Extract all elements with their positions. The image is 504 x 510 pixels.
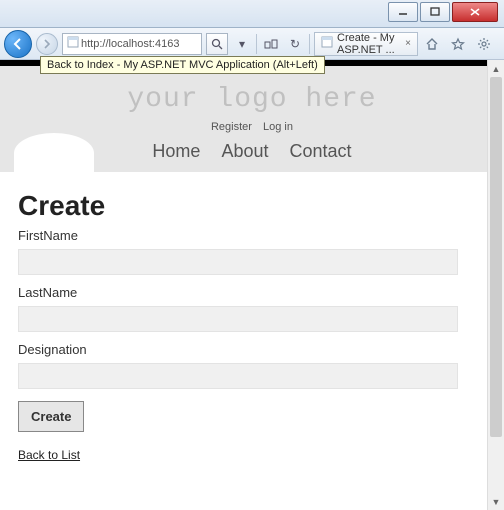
back-to-list-link[interactable]: Back to List bbox=[18, 448, 80, 462]
page-header: your logo here Register Log in Home Abou… bbox=[0, 66, 504, 172]
tab-close-icon[interactable]: × bbox=[405, 38, 411, 49]
address-bar[interactable]: http://localhost:4163 bbox=[62, 33, 202, 55]
designation-input[interactable] bbox=[18, 363, 458, 389]
register-link[interactable]: Register bbox=[211, 121, 252, 133]
vertical-scrollbar[interactable]: ▲ ▼ bbox=[487, 60, 504, 510]
url-text: http://localhost:4163 bbox=[81, 38, 179, 50]
nav-home[interactable]: Home bbox=[152, 141, 200, 161]
page-title: Create bbox=[18, 190, 486, 222]
lastname-label: LastName bbox=[18, 285, 486, 300]
search-button[interactable] bbox=[206, 33, 228, 55]
scroll-down-icon[interactable]: ▼ bbox=[488, 493, 504, 510]
maximize-button[interactable] bbox=[420, 2, 450, 22]
nav-about[interactable]: About bbox=[221, 141, 268, 161]
separator bbox=[309, 34, 310, 54]
login-link[interactable]: Log in bbox=[263, 121, 293, 133]
compat-view-icon[interactable] bbox=[261, 34, 281, 54]
tab-favicon bbox=[321, 36, 333, 51]
tab-title: Create - My ASP.NET ... bbox=[337, 32, 401, 56]
dropdown-icon[interactable]: ▾ bbox=[232, 34, 252, 54]
firstname-label: FirstName bbox=[18, 228, 486, 243]
create-button[interactable]: Create bbox=[18, 401, 84, 432]
scroll-thumb[interactable] bbox=[490, 77, 502, 437]
auth-links: Register Log in bbox=[14, 121, 490, 133]
window-titlebar bbox=[0, 0, 504, 28]
settings-icon[interactable] bbox=[474, 34, 494, 54]
lastname-input[interactable] bbox=[18, 306, 458, 332]
page-viewport: your logo here Register Log in Home Abou… bbox=[0, 60, 504, 510]
scroll-up-icon[interactable]: ▲ bbox=[488, 60, 504, 77]
firstname-input[interactable] bbox=[18, 249, 458, 275]
favorites-icon[interactable] bbox=[448, 34, 468, 54]
page-icon bbox=[67, 36, 79, 51]
refresh-icon[interactable]: ↻ bbox=[285, 34, 305, 54]
header-curve bbox=[14, 133, 94, 173]
separator bbox=[256, 34, 257, 54]
logo-text: your logo here bbox=[14, 78, 490, 119]
close-button[interactable] bbox=[452, 2, 498, 22]
browser-toolbar: http://localhost:4163 ▾ ↻ Create - My AS… bbox=[0, 28, 504, 60]
forward-button[interactable] bbox=[36, 33, 58, 55]
minimize-button[interactable] bbox=[388, 2, 418, 22]
browser-tab[interactable]: Create - My ASP.NET ... × bbox=[314, 32, 418, 56]
nav-contact[interactable]: Contact bbox=[290, 141, 352, 161]
back-button[interactable] bbox=[4, 30, 32, 58]
back-tooltip: Back to Index - My ASP.NET MVC Applicati… bbox=[40, 56, 325, 74]
home-icon[interactable] bbox=[422, 34, 442, 54]
designation-label: Designation bbox=[18, 342, 486, 357]
